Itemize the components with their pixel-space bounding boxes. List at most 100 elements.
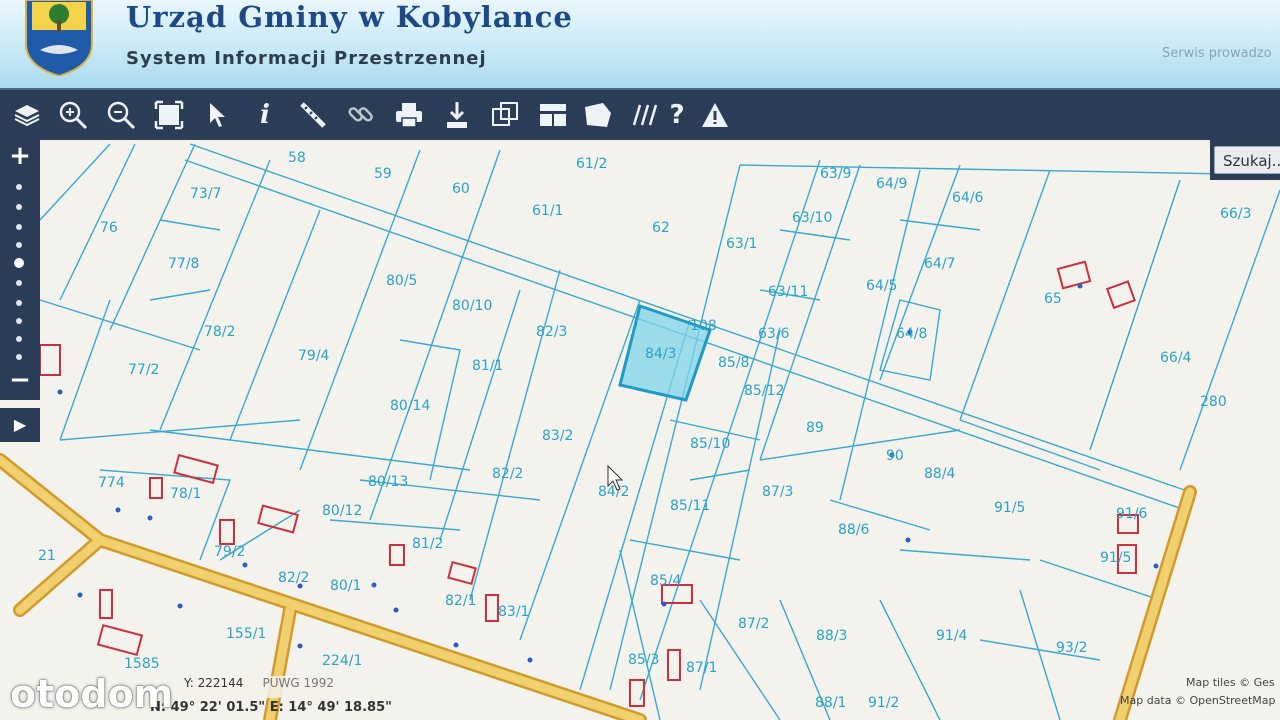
parcel-number-label[interactable]: 88/4 bbox=[924, 466, 956, 482]
zoom-level-mark[interactable] bbox=[16, 318, 22, 324]
parcel-number-label[interactable]: 64/6 bbox=[952, 190, 984, 206]
info-icon[interactable]: i bbox=[248, 98, 282, 132]
parcel-number-label[interactable]: 224/1 bbox=[322, 653, 362, 669]
zoom-extent-icon[interactable] bbox=[152, 98, 186, 132]
warning-icon[interactable] bbox=[698, 98, 732, 132]
data-attribution[interactable]: Map data © OpenStreetMap bbox=[1120, 694, 1276, 707]
parcel-number-label[interactable]: 88/3 bbox=[816, 628, 847, 644]
zoom-plus-button[interactable]: + bbox=[8, 143, 32, 169]
link-icon[interactable] bbox=[344, 98, 378, 132]
parcel-number-label[interactable]: 90 bbox=[886, 448, 904, 464]
print-icon[interactable] bbox=[392, 98, 426, 132]
parcel-number-label[interactable]: 76 bbox=[100, 220, 118, 236]
parcel-number-label[interactable]: 774 bbox=[98, 475, 125, 491]
parcel-number-label[interactable]: 93/2 bbox=[1056, 640, 1087, 656]
parcel-number-label[interactable]: 91/6 bbox=[1116, 506, 1148, 522]
parcel-number-label[interactable]: 63/6 bbox=[758, 326, 790, 342]
parcel-number-label[interactable]: 81/1 bbox=[472, 358, 503, 374]
zoom-in-icon[interactable] bbox=[56, 98, 90, 132]
parcel-number-label[interactable]: 91/2 bbox=[868, 695, 899, 711]
measure-icon[interactable] bbox=[296, 98, 330, 132]
parcel-number-label[interactable]: 66/3 bbox=[1220, 206, 1251, 222]
parcel-number-label[interactable]: 79/4 bbox=[298, 348, 330, 364]
parcel-number-label[interactable]: 64/5 bbox=[866, 278, 897, 294]
zoom-handle[interactable] bbox=[14, 258, 24, 268]
parcel-number-label[interactable]: 62 bbox=[652, 220, 670, 236]
download-icon[interactable] bbox=[440, 98, 474, 132]
parcel-number-label[interactable]: 60 bbox=[452, 181, 470, 197]
parcel-number-label[interactable]: 84/2 bbox=[598, 484, 629, 500]
parcel-number-label[interactable]: 63/10 bbox=[792, 210, 832, 226]
parcel-number-label[interactable]: 85/12 bbox=[744, 383, 784, 399]
parcel-number-label[interactable]: 64/8 bbox=[896, 326, 927, 342]
parcel-number-label[interactable]: 85/8 bbox=[718, 355, 749, 371]
parcel-number-label[interactable]: 77/8 bbox=[168, 256, 199, 272]
parcel-number-label[interactable]: 63/11 bbox=[768, 284, 808, 300]
zoom-level-mark[interactable] bbox=[16, 204, 22, 210]
parcel-number-label[interactable]: 82/2 bbox=[278, 570, 309, 586]
parcel-number-label[interactable]: 80/14 bbox=[390, 398, 430, 414]
parcel-number-label[interactable]: 64/7 bbox=[924, 256, 955, 272]
parcel-number-label[interactable]: 59 bbox=[374, 166, 392, 182]
zoom-level-mark[interactable] bbox=[16, 224, 22, 230]
parcel-number-label[interactable]: 61/2 bbox=[576, 156, 607, 172]
parcel-number-label[interactable]: 88/6 bbox=[838, 522, 870, 538]
parcel-number-label[interactable]: 65 bbox=[1044, 291, 1062, 307]
layout-icon[interactable] bbox=[536, 98, 570, 132]
tiles-attribution[interactable]: Map tiles © Ges bbox=[1186, 676, 1275, 689]
parcel-number-label[interactable]: 87/2 bbox=[738, 616, 769, 632]
parcel-number-label[interactable]: 88/1 bbox=[815, 695, 846, 711]
parcel-number-label[interactable]: 80/1 bbox=[330, 578, 361, 594]
parcel-number-label[interactable]: 73/7 bbox=[190, 186, 221, 202]
parcel-number-label[interactable]: 85/11 bbox=[670, 498, 710, 514]
parcel-number-label[interactable]: 82/1 bbox=[445, 593, 476, 609]
parcel-number-label[interactable]: 85/10 bbox=[690, 436, 730, 452]
parcel-number-label[interactable]: 83/2 bbox=[542, 428, 573, 444]
parcel-number-label[interactable]: 64/9 bbox=[876, 176, 907, 192]
parcel-number-label[interactable]: 82/2 bbox=[492, 466, 523, 482]
parcel-number-label[interactable]: 82/3 bbox=[536, 324, 567, 340]
parcel-number-label[interactable]: 87/1 bbox=[686, 660, 717, 676]
parcel-number-label[interactable]: 108 bbox=[690, 318, 717, 334]
zoom-level-mark[interactable] bbox=[16, 280, 22, 286]
copy-icon[interactable] bbox=[488, 98, 522, 132]
hatch-icon[interactable] bbox=[626, 98, 660, 132]
select-arrow-icon[interactable] bbox=[200, 98, 234, 132]
parcel-number-label[interactable]: 280 bbox=[1200, 394, 1227, 410]
parcel-number-label[interactable]: 83/1 bbox=[498, 604, 529, 620]
search-button[interactable]: Szukaj... bbox=[1214, 146, 1280, 174]
parcel-number-label[interactable]: 66/4 bbox=[1160, 350, 1192, 366]
parcel-number-label[interactable]: 58 bbox=[288, 150, 306, 166]
help-icon[interactable]: ? bbox=[660, 98, 694, 132]
parcel-number-label[interactable]: 79/2 bbox=[214, 544, 245, 560]
zoom-level-mark[interactable] bbox=[16, 242, 22, 248]
parcel-number-label[interactable]: 77/2 bbox=[128, 362, 159, 378]
expand-panel-button[interactable]: ▶ bbox=[0, 408, 40, 442]
zoom-slider[interactable]: + − bbox=[0, 140, 40, 400]
parcel-number-label[interactable]: 81/2 bbox=[412, 536, 443, 552]
parcel-number-label[interactable]: 80/10 bbox=[452, 298, 492, 314]
parcel-number-label[interactable]: 91/5 bbox=[1100, 550, 1131, 566]
parcel-number-label[interactable]: 84/3 bbox=[645, 346, 676, 362]
zoom-out-icon[interactable] bbox=[104, 98, 138, 132]
parcel-number-label[interactable]: 91/4 bbox=[936, 628, 968, 644]
parcel-number-label[interactable]: 78/1 bbox=[170, 486, 201, 502]
parcel-number-label[interactable]: 63/1 bbox=[726, 236, 757, 252]
parcel-number-label[interactable]: 155/1 bbox=[226, 626, 266, 642]
parcel-number-label[interactable]: 80/13 bbox=[368, 474, 408, 490]
parcel-number-label[interactable]: 63/9 bbox=[820, 166, 851, 182]
parcel-number-label[interactable]: 78/2 bbox=[204, 324, 235, 340]
layers-icon[interactable] bbox=[10, 98, 44, 132]
parcel-number-label[interactable]: 87/3 bbox=[762, 484, 793, 500]
parcel-number-label[interactable]: 80/12 bbox=[322, 503, 362, 519]
parcel-number-label[interactable]: 85/3 bbox=[628, 652, 659, 668]
parcel-number-label[interactable]: 80/5 bbox=[386, 273, 417, 289]
area-icon[interactable] bbox=[580, 98, 614, 132]
parcel-number-label[interactable]: 61/1 bbox=[532, 203, 563, 219]
zoom-level-mark[interactable] bbox=[16, 184, 22, 190]
parcel-number-label[interactable]: 1585 bbox=[124, 656, 160, 672]
cadastral-map[interactable]: 58 59 60 61/2 61/1 62 63/9 64/9 64/6 66/3 76 73/7 77… bbox=[0, 140, 1280, 720]
parcel-number-label[interactable]: 85/4 bbox=[650, 573, 682, 589]
parcel-number-label[interactable]: 21 bbox=[38, 548, 56, 564]
zoom-minus-button[interactable]: − bbox=[8, 367, 32, 393]
